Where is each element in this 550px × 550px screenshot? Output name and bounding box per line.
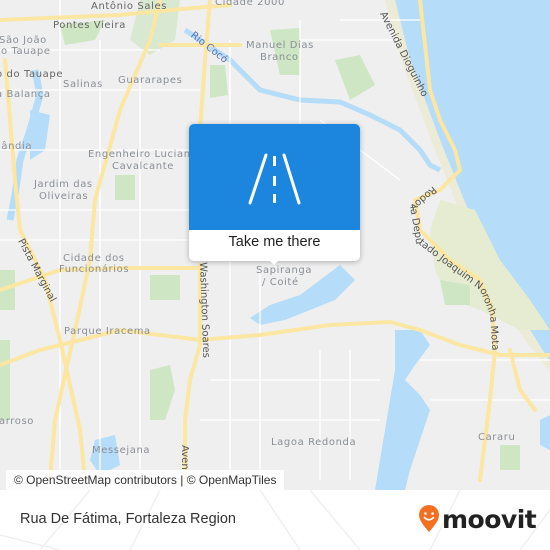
- pond-east: [540, 415, 550, 450]
- label-guararapes: Guararapes: [118, 75, 183, 86]
- park: [150, 365, 175, 420]
- label-sao-joao: São João: [0, 35, 47, 46]
- moovit-pin-icon: [419, 505, 439, 532]
- label-do-tauape: do Tauape: [0, 46, 51, 57]
- park: [0, 340, 10, 420]
- label-rodovia: Rodovia Deputado Joaquim Noronha Mota: [407, 184, 500, 351]
- label-cidade-2000: Cidade 2000: [215, 0, 285, 8]
- park: [115, 175, 135, 200]
- take-me-there-popup[interactable]: Take me there: [189, 124, 360, 265]
- label-jardim-das: Jardim das: [34, 179, 93, 190]
- location-title: Rua De Fátima, Fortaleza Region: [20, 511, 236, 527]
- park: [335, 55, 375, 100]
- label-avenida: Aven: [179, 445, 190, 470]
- label-engenheiro-luciano: Engenheiro Luciano: [88, 149, 198, 160]
- label-funcionarios: Funcionários: [59, 264, 130, 275]
- label-cidade-dos: Cidade dos: [63, 253, 125, 264]
- label-coite: / Coité: [262, 277, 299, 288]
- label-landia: lândia: [0, 141, 33, 152]
- label-manuel-dias: Manuel Dias: [246, 40, 314, 51]
- park: [500, 445, 520, 470]
- map[interactable]: Antônio Sales Pontes Vieira São João do …: [0, 0, 550, 490]
- label-antonio-sales: Antônio Sales: [91, 1, 168, 12]
- label-oliveiras: Oliveiras: [39, 191, 89, 202]
- label-pontes-vieira: Pontes Vieira: [53, 20, 126, 31]
- label-a-balanca: a Balança: [0, 89, 51, 100]
- label-rodovia-path: Rodovia Deputado Joaquim Noronha Mota: [407, 184, 500, 351]
- map-attribution[interactable]: © OpenStreetMap contributors | © OpenMap…: [6, 470, 285, 490]
- label-rodovia-text: Rodovia Deputado Joaquim Noronha Mota: [407, 184, 500, 351]
- road-icon: [248, 153, 301, 205]
- label-sapiranga: Sapiranga: [256, 265, 313, 276]
- label-o-do-tauape: o do Tauape: [0, 69, 64, 80]
- label-messejana: Messejana: [92, 445, 151, 456]
- label-cavalcante: Cavalcante: [112, 161, 174, 172]
- label-parque-iracema: Parque Iracema: [64, 326, 151, 337]
- take-me-there-button[interactable]: Take me there: [189, 234, 360, 250]
- moovit-wordmark: moovit: [442, 504, 537, 534]
- park: [150, 275, 180, 300]
- label-salinas: Salinas: [63, 79, 103, 90]
- label-cararu: Cararu: [478, 432, 516, 443]
- popup-header[interactable]: [189, 124, 360, 230]
- park: [210, 65, 228, 98]
- moovit-logo[interactable]: moovit: [418, 504, 537, 534]
- label-barroso: arroso: [0, 416, 35, 427]
- popup-pointer: [267, 258, 281, 265]
- label-branco: Branco: [260, 52, 299, 63]
- pond: [30, 110, 50, 160]
- label-lagoa-redonda: Lagoa Redonda: [271, 437, 357, 448]
